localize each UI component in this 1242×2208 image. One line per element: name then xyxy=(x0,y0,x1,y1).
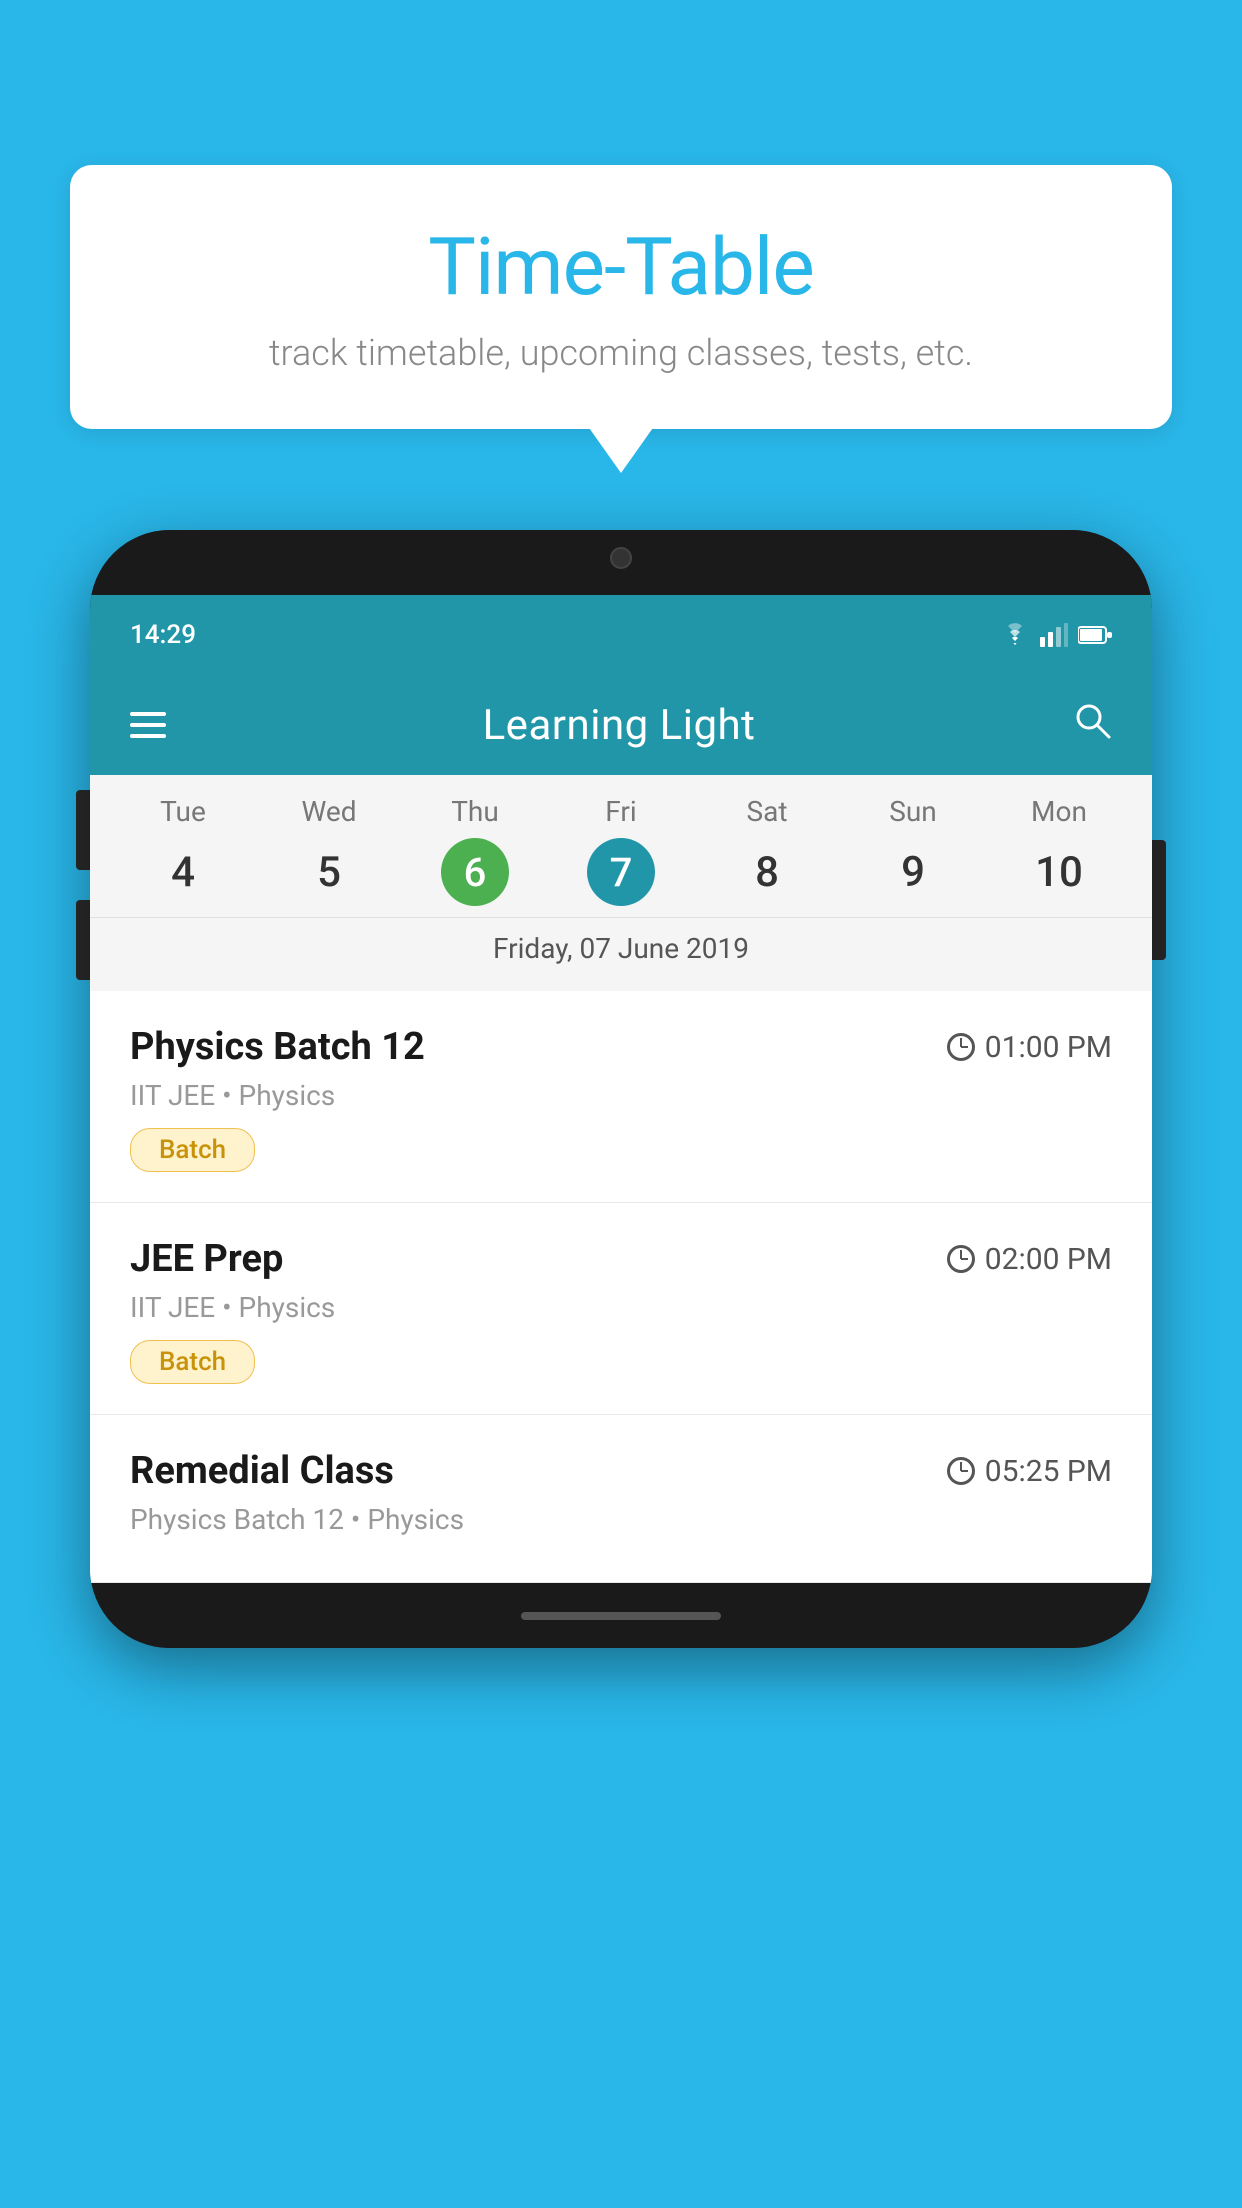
clock-icon-3 xyxy=(947,1457,975,1485)
batch-tag-2: Batch xyxy=(130,1340,255,1384)
day-5[interactable]: 5 xyxy=(256,838,402,907)
status-icons xyxy=(1000,623,1112,647)
schedule-item-physics-batch-12[interactable]: Physics Batch 12 01:00 PM IIT JEE • Phys… xyxy=(90,991,1152,1203)
status-bar: 14:29 xyxy=(90,595,1152,675)
home-bar xyxy=(521,1612,721,1620)
calendar-strip[interactable]: Tue Wed Thu Fri Sat Sun Mon 4 5 6 7 8 xyxy=(90,775,1152,991)
side-button-volume-down xyxy=(76,900,90,980)
phone-bottom-frame xyxy=(90,1583,1152,1648)
day-7-selected[interactable]: 7 xyxy=(587,838,655,906)
day-10[interactable]: 10 xyxy=(986,838,1132,907)
day-header-wed: Wed xyxy=(256,795,402,828)
schedule-item-1-time: 01:00 PM xyxy=(947,1030,1112,1065)
schedule-item-2-time-text: 02:00 PM xyxy=(985,1242,1112,1277)
schedule-item-3-header: Remedial Class 05:25 PM xyxy=(130,1449,1112,1493)
day-header-sat: Sat xyxy=(694,795,840,828)
app-title: Learning Light xyxy=(483,701,756,750)
schedule-item-2-title: JEE Prep xyxy=(130,1237,283,1281)
phone-body: 14:29 xyxy=(90,530,1152,1648)
schedule-item-3-time: 05:25 PM xyxy=(947,1454,1112,1489)
schedule-item-2-subtitle: IIT JEE • Physics xyxy=(130,1291,1112,1324)
schedule-item-1-title: Physics Batch 12 xyxy=(130,1025,425,1069)
day-numbers: 4 5 6 7 8 9 10 xyxy=(90,838,1152,907)
day-9[interactable]: 9 xyxy=(840,838,986,907)
day-header-fri: Fri xyxy=(548,795,694,828)
front-camera xyxy=(610,547,632,569)
phone-screen: Tue Wed Thu Fri Sat Sun Mon 4 5 6 7 8 xyxy=(90,775,1152,1583)
schedule-item-3-title: Remedial Class xyxy=(130,1449,394,1493)
day-6-today[interactable]: 6 xyxy=(441,838,509,906)
phone-top-frame xyxy=(90,530,1152,595)
day-header-tue: Tue xyxy=(110,795,256,828)
wifi-icon xyxy=(1000,623,1030,647)
battery-icon xyxy=(1078,625,1112,645)
signal-icon xyxy=(1040,623,1068,647)
day-8[interactable]: 8 xyxy=(694,838,840,907)
menu-button[interactable] xyxy=(130,712,166,738)
side-button-volume-up xyxy=(76,790,90,870)
schedule-item-1-time-text: 01:00 PM xyxy=(985,1030,1112,1065)
schedule-item-1-subtitle: IIT JEE • Physics xyxy=(130,1079,1112,1112)
day-header-thu: Thu xyxy=(402,795,548,828)
phone-notch xyxy=(541,530,701,585)
schedule-item-1-header: Physics Batch 12 01:00 PM xyxy=(130,1025,1112,1069)
schedule-item-remedial-class[interactable]: Remedial Class 05:25 PM Physics Batch 12… xyxy=(90,1415,1152,1583)
side-button-power xyxy=(1152,840,1166,960)
app-header: Learning Light xyxy=(90,675,1152,775)
schedule-item-jee-prep[interactable]: JEE Prep 02:00 PM IIT JEE • Physics Batc… xyxy=(90,1203,1152,1415)
bubble-title: Time-Table xyxy=(130,220,1112,314)
batch-tag-1: Batch xyxy=(130,1128,255,1172)
search-button[interactable] xyxy=(1072,700,1112,750)
day-headers: Tue Wed Thu Fri Sat Sun Mon xyxy=(90,795,1152,828)
status-time: 14:29 xyxy=(130,620,196,650)
day-header-mon: Mon xyxy=(986,795,1132,828)
schedule-list: Physics Batch 12 01:00 PM IIT JEE • Phys… xyxy=(90,991,1152,1583)
day-4[interactable]: 4 xyxy=(110,838,256,907)
schedule-item-2-header: JEE Prep 02:00 PM xyxy=(130,1237,1112,1281)
schedule-item-2-time: 02:00 PM xyxy=(947,1242,1112,1277)
phone-mockup: 14:29 xyxy=(90,530,1152,2208)
clock-icon-1 xyxy=(947,1033,975,1061)
day-header-sun: Sun xyxy=(840,795,986,828)
schedule-item-3-subtitle: Physics Batch 12 • Physics xyxy=(130,1503,1112,1536)
bubble-subtitle: track timetable, upcoming classes, tests… xyxy=(130,332,1112,374)
clock-icon-2 xyxy=(947,1245,975,1273)
speech-bubble: Time-Table track timetable, upcoming cla… xyxy=(70,165,1172,429)
selected-date-label: Friday, 07 June 2019 xyxy=(90,917,1152,981)
phone-wrapper: 14:29 xyxy=(90,530,1152,1648)
schedule-item-3-time-text: 05:25 PM xyxy=(985,1454,1112,1489)
